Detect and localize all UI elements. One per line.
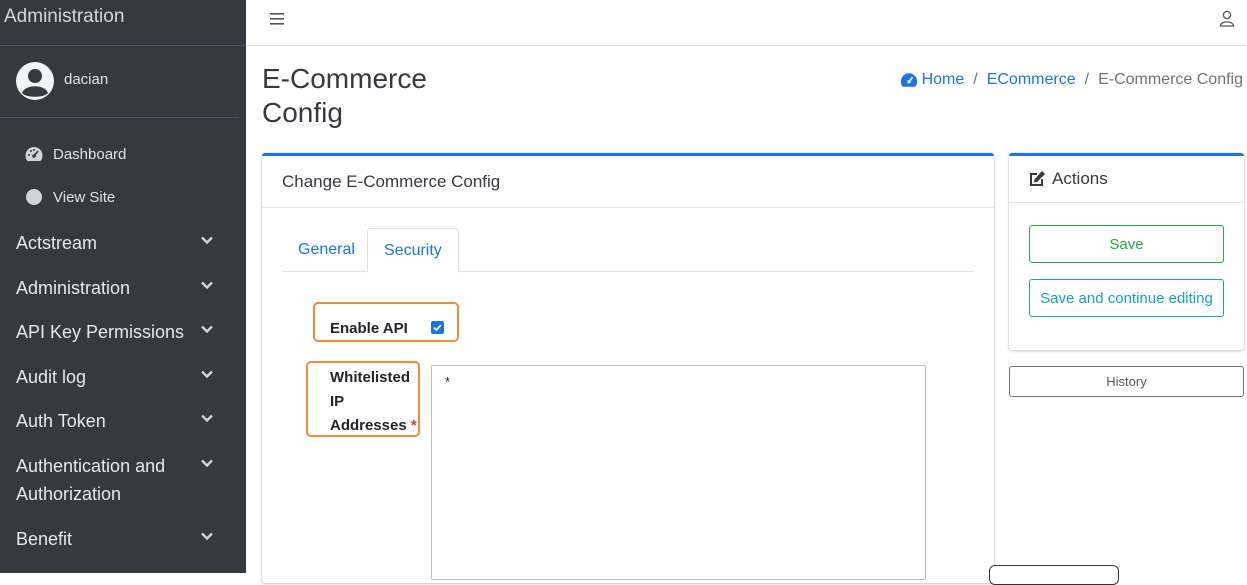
chevron-down-icon [201,459,213,468]
tab-bar: General Security [282,228,974,273]
breadcrumb-ecommerce-link[interactable]: ECommerce [987,71,1076,89]
sidebar-item-label: View Site [53,188,116,206]
actions-card: Actions Save Save and continue editing [1009,153,1244,350]
card-title: Change E-Commerce Config [262,156,994,208]
sidebar-group-label: Actstream [16,233,98,253]
top-navbar [246,0,1247,46]
sidebar-group-label: Authentication and Authorization [16,456,166,504]
sidebar-brand[interactable]: Administration [0,0,246,46]
whitelisted-ips-label: Whitelisted IP Addresses * [330,366,417,438]
enable-api-label: Enable API [330,320,408,337]
breadcrumb-current: E-Commerce Config [1098,71,1243,88]
tachometer-icon [24,144,44,164]
sidebar-group-administration[interactable]: Administration [16,274,216,302]
sidebar-group-label: Auth Token [16,411,106,431]
history-button[interactable]: History [1009,366,1244,397]
sidebar-group-label: Benefit [16,529,73,549]
sidebar-item-dashboard[interactable]: Dashboard [24,144,126,164]
breadcrumb: Home / ECommerce / E-Commerce Config [900,71,1243,89]
sidebar: Administration dacian Dashboard View Sit… [0,0,246,573]
avatar-icon[interactable] [16,62,54,100]
sidebar-group-api-key-permissions[interactable]: API Key Permissions [16,318,216,346]
tab-security[interactable]: Security [367,228,459,273]
sidebar-group-audit-log[interactable]: Audit log [16,363,216,391]
actions-header: Actions [1009,156,1244,203]
sidebar-item-label: Dashboard [53,145,127,163]
user-icon[interactable] [1219,10,1235,27]
tab-general[interactable]: General [282,228,371,272]
circle-icon [24,187,44,207]
checkmark-icon [433,324,442,332]
chevron-down-icon [201,325,213,334]
page-title: E-Commerce Config [262,63,427,128]
sidebar-group-benefit[interactable]: Benefit [16,525,216,553]
sidebar-item-view-site[interactable]: View Site [24,187,115,207]
sidebar-group-authentication-and-authorization[interactable]: Authentication and Authorization [16,452,213,508]
chevron-down-icon [201,281,213,290]
whitelisted-ips-textarea[interactable]: * [431,365,926,580]
label-line: Whitelisted [330,369,411,386]
floating-element [989,565,1119,585]
sidebar-group-auth-token[interactable]: Auth Token [16,407,216,435]
hamburger-icon[interactable] [270,12,284,26]
breadcrumb-home-link[interactable]: Home [922,71,965,89]
sidebar-group-label: Audit log [16,367,87,387]
enable-api-checkbox[interactable] [431,321,444,334]
sidebar-group-label: API Key Permissions [16,322,185,342]
save-and-continue-button[interactable]: Save and continue editing [1029,279,1224,317]
chevron-down-icon [201,414,213,423]
actions-title: Actions [1052,169,1108,188]
chevron-down-icon [201,236,213,245]
breadcrumb-separator: / [1084,71,1090,88]
user-name[interactable]: dacian [64,71,108,88]
label-line: IP [330,393,345,410]
edit-icon [1030,171,1045,186]
tachometer-icon [900,73,917,87]
chevron-down-icon [201,370,213,379]
breadcrumb-separator: / [973,71,978,88]
save-button[interactable]: Save [1029,225,1224,263]
label-line: Addresses [330,417,407,434]
required-asterisk: * [410,417,417,434]
user-panel: dacian [0,46,239,118]
chevron-down-icon [201,532,213,541]
sidebar-group-actstream[interactable]: Actstream [16,229,216,257]
sidebar-group-label: Administration [16,278,131,298]
